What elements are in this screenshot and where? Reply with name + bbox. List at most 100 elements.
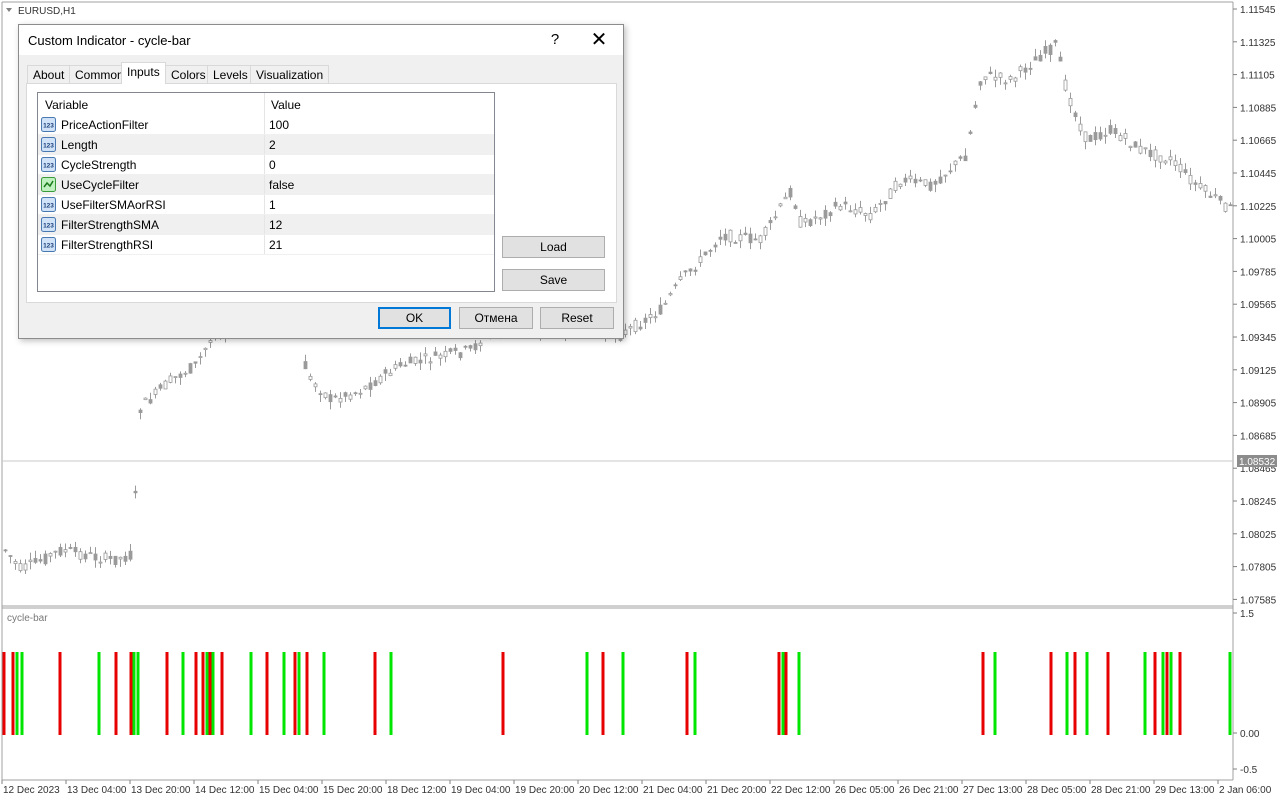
reset-button[interactable]: Reset xyxy=(540,307,614,329)
candle-body xyxy=(903,177,908,183)
boolean-icon xyxy=(41,177,56,192)
candle-body xyxy=(723,233,728,241)
table-row[interactable]: UseCycleFilter false xyxy=(38,175,494,195)
candle-body xyxy=(618,339,623,341)
candle-body xyxy=(688,268,693,272)
column-divider[interactable] xyxy=(264,93,265,115)
tab-levels[interactable]: Levels xyxy=(207,65,254,84)
time-tick-label: 15 Dec 20:00 xyxy=(323,785,383,796)
cycle-bar-bull xyxy=(132,652,136,735)
time-tick-label: 29 Dec 13:00 xyxy=(1155,785,1215,796)
candle-body xyxy=(923,179,928,186)
tab-colors[interactable]: Colors xyxy=(165,65,212,84)
svg-text:123: 123 xyxy=(43,143,54,150)
candle-body xyxy=(158,384,163,389)
cancel-button[interactable]: Отмена xyxy=(459,307,533,329)
table-row[interactable]: 123 FilterStrengthSMA 12 xyxy=(38,215,494,235)
candle-body xyxy=(1198,183,1203,189)
candle-body xyxy=(473,343,478,351)
table-row[interactable]: 123 Length 2 xyxy=(38,135,494,155)
variable-value[interactable]: 12 xyxy=(269,218,282,232)
candle-body xyxy=(323,392,328,399)
candle-body xyxy=(948,170,953,173)
table-row[interactable]: 123 UseFilterSMAorRSI 1 xyxy=(38,195,494,215)
candle-body xyxy=(968,131,973,134)
candle-body xyxy=(328,394,333,403)
candle-body xyxy=(703,251,708,256)
candle-body xyxy=(1163,160,1168,164)
candle-body xyxy=(678,276,683,280)
candle-body xyxy=(1178,163,1183,173)
tab-about[interactable]: About xyxy=(27,65,71,84)
load-button[interactable]: Load xyxy=(502,236,605,258)
time-tick-label: 15 Dec 04:00 xyxy=(259,785,319,796)
variable-name: FilterStrengthSMA xyxy=(61,218,160,232)
candle-body xyxy=(1153,149,1158,161)
tab-inputs[interactable]: Inputs xyxy=(121,62,166,84)
cycle-bar-bull xyxy=(97,652,101,735)
table-row[interactable]: 123 FilterStrengthRSI 21 xyxy=(38,235,494,255)
inputs-table[interactable]: Variable Value 123 PriceActionFilter 100 12… xyxy=(37,92,495,292)
time-tick-label: 26 Dec 05:00 xyxy=(835,785,895,796)
variable-name: CycleStrength xyxy=(61,158,137,172)
cycle-bar-bull xyxy=(297,652,301,735)
candle-body xyxy=(68,547,73,549)
dialog-titlebar[interactable]: Custom Indicator - cycle-bar ? ✕ xyxy=(19,25,623,55)
candle-body xyxy=(1223,202,1228,212)
candle-body xyxy=(18,563,23,572)
price-tick-label: 1.08685 xyxy=(1240,431,1277,442)
variable-value[interactable]: 21 xyxy=(269,238,282,252)
candle-body xyxy=(868,213,873,221)
column-header-value[interactable]: Value xyxy=(271,93,301,115)
candle-body xyxy=(458,352,463,359)
candle-body xyxy=(138,409,143,414)
candle-body xyxy=(1048,44,1053,55)
time-tick-label: 22 Dec 12:00 xyxy=(771,785,831,796)
tab-visualization[interactable]: Visualization xyxy=(250,65,330,84)
variable-value[interactable]: 100 xyxy=(269,118,289,132)
candle-body xyxy=(1128,145,1133,148)
current-price-value: 1.08532 xyxy=(1239,457,1276,468)
candle-body xyxy=(653,316,658,319)
help-button[interactable]: ? xyxy=(533,25,577,55)
candle-body xyxy=(918,179,923,182)
variable-value[interactable]: 1 xyxy=(269,198,276,212)
chart-menu-triangle-icon[interactable] xyxy=(6,8,12,12)
candle-body xyxy=(43,553,48,565)
candle-body xyxy=(658,304,663,315)
candle-body xyxy=(168,375,173,383)
column-header-variable[interactable]: Variable xyxy=(45,93,88,115)
candle-body xyxy=(908,175,913,180)
price-tick-label: 1.09345 xyxy=(1240,333,1277,344)
candle-body xyxy=(1098,132,1103,140)
candle-body xyxy=(1083,131,1088,143)
variable-value[interactable]: 2 xyxy=(269,138,276,152)
table-row[interactable]: 123 PriceActionFilter 100 xyxy=(38,115,494,135)
close-icon[interactable]: ✕ xyxy=(577,25,621,55)
candle-body xyxy=(208,340,213,343)
candle-body xyxy=(388,372,393,377)
table-row[interactable]: 123 CycleStrength 0 xyxy=(38,155,494,175)
candle-body xyxy=(88,552,93,555)
cycle-bar-bear xyxy=(784,652,788,735)
candle-body xyxy=(413,356,418,364)
candle-body xyxy=(698,256,703,263)
candle-body xyxy=(783,196,788,200)
candle-body xyxy=(838,205,843,211)
indicator-window-label: cycle-bar xyxy=(7,613,48,624)
time-tick-label: 13 Dec 04:00 xyxy=(67,785,127,796)
variable-value[interactable]: 0 xyxy=(269,158,276,172)
current-price-tag: 1.08532 xyxy=(1237,455,1277,468)
save-button[interactable]: Save xyxy=(502,269,605,291)
svg-text:123: 123 xyxy=(43,123,54,130)
candle-body xyxy=(863,213,868,216)
candle-body xyxy=(83,553,88,560)
cycle-bar-bull xyxy=(181,652,185,735)
cycle-bar-bull xyxy=(20,652,24,735)
variable-value[interactable]: false xyxy=(269,178,294,192)
ok-button[interactable]: OK xyxy=(378,307,451,329)
candle-body xyxy=(1053,40,1058,43)
candle-body xyxy=(1033,56,1038,61)
custom-indicator-dialog[interactable]: Custom Indicator - cycle-bar ? ✕ About C… xyxy=(18,24,624,339)
cycle-bar-bull xyxy=(322,652,326,735)
